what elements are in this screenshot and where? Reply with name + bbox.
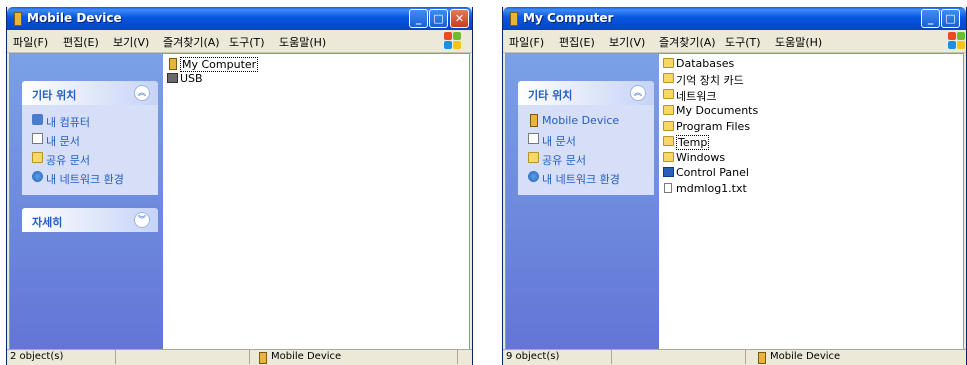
place-link-network[interactable]: 내 네트워크 환경 <box>518 168 654 187</box>
menu-bar: 파일(F) 편집(E) 보기(V) 즐겨찾기(A) 도구(T) 도움말(H) <box>7 30 472 53</box>
other-places-panel: 기타 위치 ︽ 내 컴퓨터 내 문서 공유 문서 내 네트워크 환경 <box>22 81 158 195</box>
details-header[interactable]: 자세히 ︾ <box>22 208 158 232</box>
window-title: My Computer <box>523 11 614 25</box>
menu-tools[interactable]: 도구(T) <box>725 34 761 50</box>
status-location: Mobile Device <box>271 351 342 362</box>
window-title: Mobile Device <box>27 11 122 25</box>
device-icon <box>259 352 267 364</box>
collapse-chevron-icon[interactable]: ︽ <box>134 85 150 101</box>
menu-bar: 파일(F) 편집(E) 보기(V) 즐겨찾기(A) 도구(T) 도움말(H) <box>503 30 966 53</box>
folder-icon <box>663 121 674 131</box>
network-icon <box>528 171 539 182</box>
status-object-count: 2 object(s) <box>10 351 64 362</box>
other-places-header[interactable]: 기타 위치 ︽ <box>518 81 654 105</box>
place-link-my-computer[interactable]: 내 컴퓨터 <box>22 111 158 130</box>
menu-file[interactable]: 파일(F) <box>509 34 544 50</box>
menu-favorites[interactable]: 즐겨찾기(A) <box>163 34 220 50</box>
folder-icon <box>663 105 674 115</box>
place-link-mobile-device[interactable]: Mobile Device <box>518 111 654 130</box>
pc-icon <box>32 114 43 125</box>
window-my-computer: My Computer _ □ 파일(F) 편집(E) 보기(V) 즐겨찾기(A… <box>502 7 967 365</box>
other-places-title: 기타 위치 <box>32 89 77 102</box>
documents-icon <box>32 133 43 144</box>
device-icon <box>510 12 518 26</box>
device-icon <box>530 114 538 127</box>
menu-edit[interactable]: 편집(E) <box>559 34 595 50</box>
folder-icon <box>663 152 674 162</box>
text-file-icon <box>664 183 672 193</box>
file-list: Databases 기억 장치 카드 네트워크 My Documents Pro… <box>659 54 963 349</box>
minimize-button[interactable]: _ <box>409 9 428 28</box>
database-icon <box>663 58 674 68</box>
status-object-count: 9 object(s) <box>506 351 560 362</box>
close-button[interactable]: ✕ <box>450 9 469 28</box>
device-icon <box>14 12 22 26</box>
menu-view[interactable]: 보기(V) <box>113 34 149 50</box>
maximize-button[interactable]: □ <box>941 9 960 28</box>
device-icon <box>758 352 766 364</box>
explorer-content: 기타 위치 ︽ 내 컴퓨터 내 문서 공유 문서 내 네트워크 환경 자세히 ︾… <box>9 53 470 350</box>
explorer-content: 기타 위치 ︽ Mobile Device 내 문서 공유 문서 내 네트워크 … <box>505 53 964 350</box>
menu-tools[interactable]: 도구(T) <box>229 34 265 50</box>
menu-favorites[interactable]: 즐겨찾기(A) <box>659 34 716 50</box>
windows-logo-icon <box>444 32 462 50</box>
device-icon <box>169 58 177 70</box>
menu-file[interactable]: 파일(F) <box>13 34 48 50</box>
control-panel-icon <box>663 167 674 177</box>
title-bar[interactable]: My Computer _ □ <box>503 7 966 30</box>
place-link-my-documents[interactable]: 내 문서 <box>518 130 654 149</box>
task-pane: 기타 위치 ︽ 내 컴퓨터 내 문서 공유 문서 내 네트워크 환경 자세히 ︾ <box>10 54 163 349</box>
menu-edit[interactable]: 편집(E) <box>63 34 99 50</box>
title-bar[interactable]: Mobile Device _ □ ✕ <box>7 7 472 30</box>
documents-icon <box>528 133 539 144</box>
menu-help[interactable]: 도움말(H) <box>775 34 822 50</box>
folder-icon <box>663 136 674 146</box>
window-mobile-device: Mobile Device _ □ ✕ 파일(F) 편집(E) 보기(V) 즐겨… <box>6 7 473 365</box>
status-location: Mobile Device <box>770 351 841 362</box>
details-panel: 자세히 ︾ <box>22 208 158 232</box>
other-places-title: 기타 위치 <box>528 89 573 102</box>
place-link-my-documents[interactable]: 내 문서 <box>22 130 158 149</box>
status-bar: 9 object(s) Mobile Device <box>503 349 966 365</box>
folder-icon <box>663 89 674 99</box>
place-link-shared-documents[interactable]: 공유 문서 <box>518 149 654 168</box>
menu-view[interactable]: 보기(V) <box>609 34 645 50</box>
folder-icon <box>32 152 43 163</box>
maximize-button[interactable]: □ <box>429 9 448 28</box>
minimize-button[interactable]: _ <box>921 9 940 28</box>
collapse-chevron-icon[interactable]: ︽ <box>630 85 646 101</box>
file-list: My Computer USB <box>163 54 469 349</box>
expand-chevron-icon[interactable]: ︾ <box>134 212 150 228</box>
usb-icon <box>167 73 178 83</box>
folder-icon <box>528 152 539 163</box>
windows-logo-icon <box>948 32 966 50</box>
details-title: 자세히 <box>32 216 63 229</box>
task-pane: 기타 위치 ︽ Mobile Device 내 문서 공유 문서 내 네트워크 … <box>506 54 659 349</box>
folder-icon <box>663 73 674 83</box>
other-places-header[interactable]: 기타 위치 ︽ <box>22 81 158 105</box>
place-link-network[interactable]: 내 네트워크 환경 <box>22 168 158 187</box>
network-icon <box>32 171 43 182</box>
other-places-panel: 기타 위치 ︽ Mobile Device 내 문서 공유 문서 내 네트워크 … <box>518 81 654 195</box>
place-link-shared-documents[interactable]: 공유 문서 <box>22 149 158 168</box>
menu-help[interactable]: 도움말(H) <box>279 34 326 50</box>
status-bar: 2 object(s) Mobile Device <box>7 349 472 365</box>
